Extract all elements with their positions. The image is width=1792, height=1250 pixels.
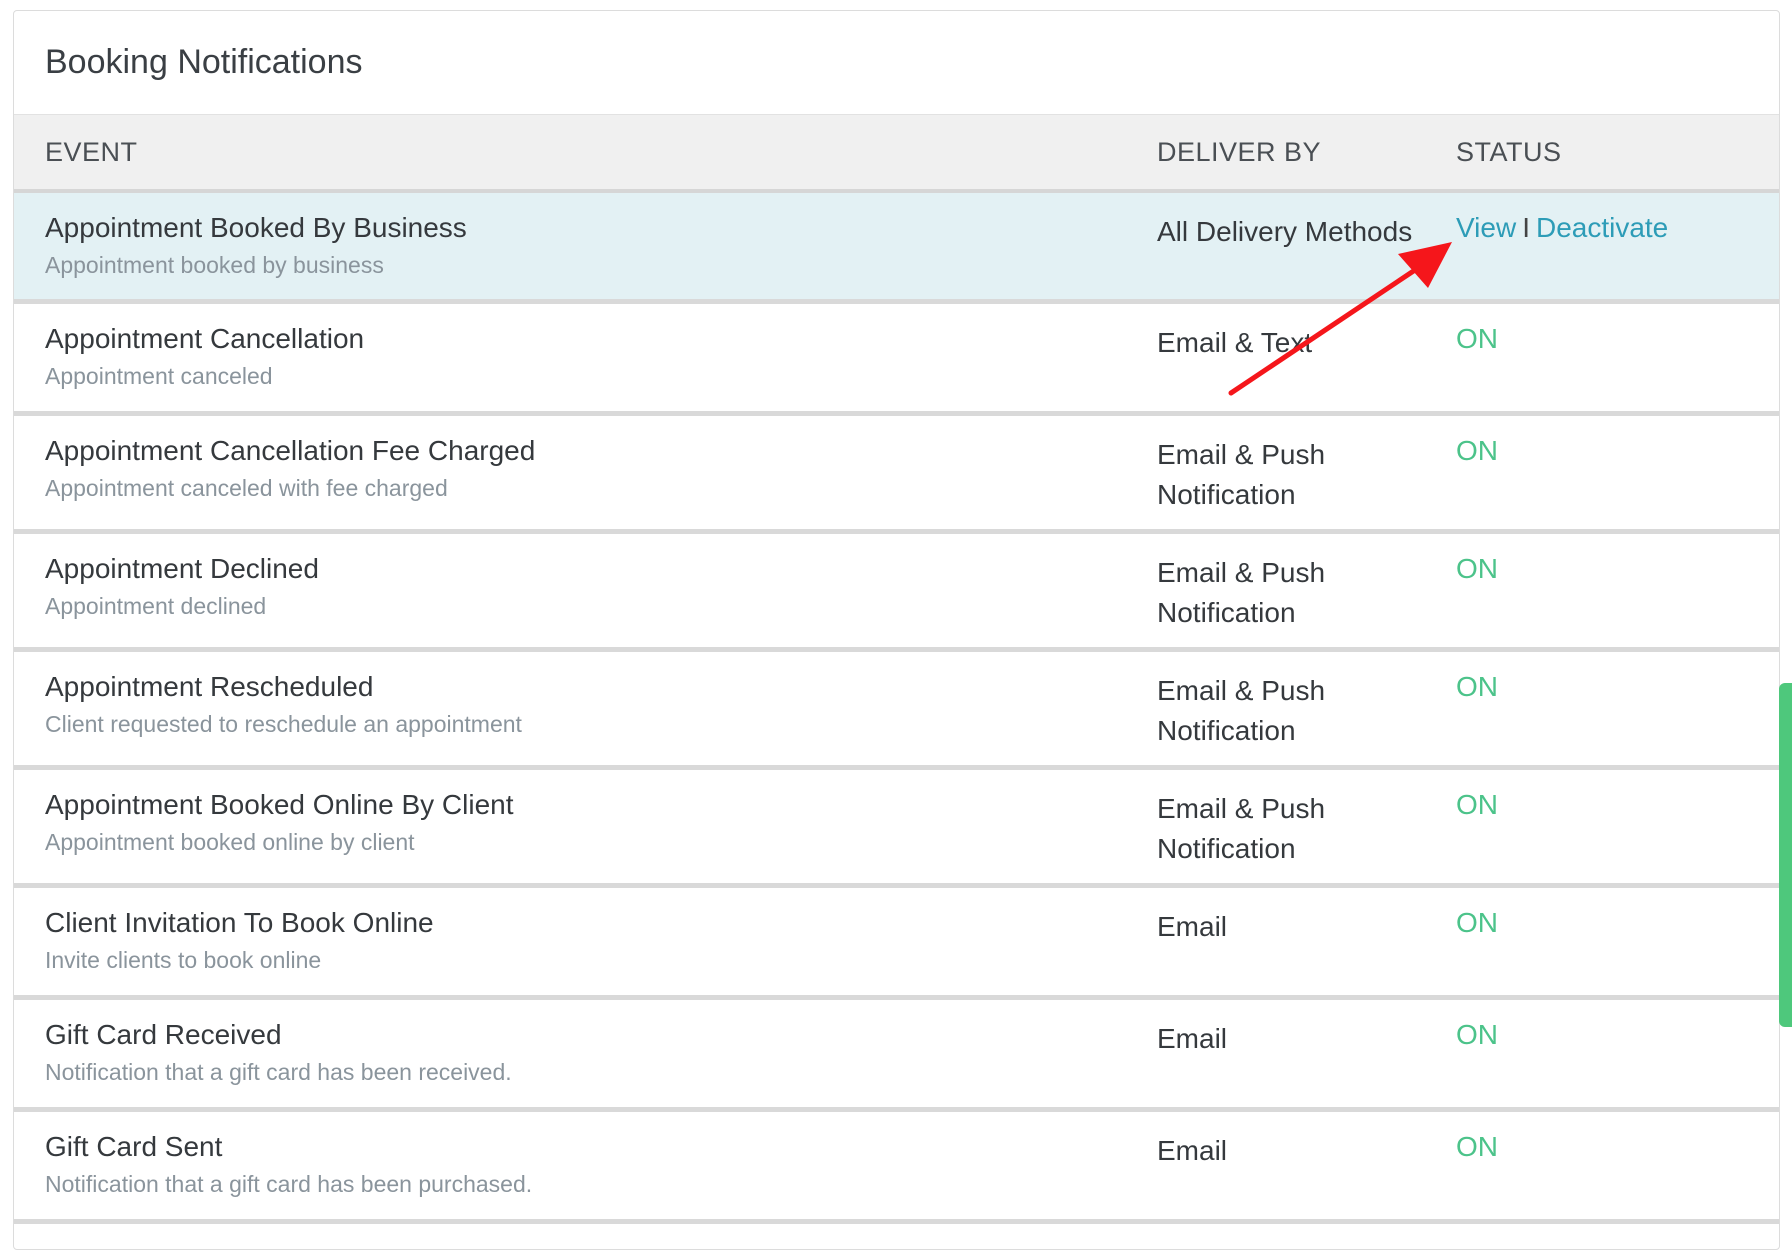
booking-notifications-panel: Booking Notifications EVENT DELIVER BY S… [13,10,1780,1250]
table-header: EVENT DELIVER BY STATUS [14,115,1779,193]
table-row[interactable]: Gift Card Sent Notification that a gift … [14,1112,1779,1224]
table-row[interactable]: Appointment Rescheduled Client requested… [14,652,1779,770]
event-title: Appointment Booked By Business [45,212,467,243]
header-deliver-by: DELIVER BY [1157,137,1322,167]
event-title: Gift Card Sent [45,1131,223,1162]
event-title: Gift Card Received [45,1019,282,1050]
header-status: STATUS [1456,137,1562,167]
deliver-by: Email & Push Notification [1157,793,1326,864]
table-row[interactable]: Appointment Booked By Business Appointme… [14,193,1779,304]
event-title: Appointment Booked Online By Client [45,789,514,820]
status-on: ON [1456,671,1498,702]
panel-title: Booking Notifications [14,11,1779,115]
event-subtitle: Appointment declined [45,593,267,619]
deliver-by: Email [1157,1023,1228,1054]
view-link[interactable]: View [1456,212,1516,243]
table-row[interactable]: Appointment Cancellation Fee Charged App… [14,416,1779,534]
event-title: Appointment Rescheduled [45,671,374,702]
table-row[interactable]: Appointment Cancellation Appointment can… [14,304,1779,416]
event-title: Appointment Cancellation [45,323,365,354]
table-row[interactable]: Gift Card Received Notification that a g… [14,1000,1779,1112]
row-actions: View I Deactivate [1456,212,1668,244]
status-on: ON [1456,907,1498,938]
event-subtitle: Appointment canceled [45,363,273,389]
event-title: Appointment Cancellation Fee Charged [45,435,536,466]
event-subtitle: Appointment booked by business [45,252,384,278]
event-title: Client Invitation To Book Online [45,907,434,938]
action-separator: I [1522,212,1530,243]
status-on: ON [1456,553,1498,584]
event-subtitle: Notification that a gift card has been p… [45,1171,533,1197]
table-row[interactable]: Client Invitation To Book Online Invite … [14,888,1779,1000]
deliver-by: All Delivery Methods [1157,216,1413,247]
deliver-by: Email & Text [1157,327,1313,358]
status-on: ON [1456,789,1498,820]
deliver-by: Email & Push Notification [1157,439,1326,510]
header-event: EVENT [45,137,138,167]
status-on: ON [1456,1019,1498,1050]
table-row[interactable]: Appointment Booked Online By Client Appo… [14,770,1779,888]
event-subtitle: Appointment booked online by client [45,829,415,855]
event-subtitle: Client requested to reschedule an appoin… [45,711,522,737]
deactivate-link[interactable]: Deactivate [1536,212,1668,243]
deliver-by: Email [1157,1135,1228,1166]
event-subtitle: Notification that a gift card has been r… [45,1059,512,1085]
status-on: ON [1456,1131,1498,1162]
scrollbar-thumb[interactable] [1779,683,1792,1027]
event-title: Appointment Declined [45,553,319,584]
event-subtitle: Appointment canceled with fee charged [45,475,448,501]
event-subtitle: Invite clients to book online [45,947,322,973]
table-row[interactable]: Appointment Declined Appointment decline… [14,534,1779,652]
status-on: ON [1456,323,1498,354]
deliver-by: Email & Push Notification [1157,675,1326,746]
deliver-by: Email [1157,911,1228,942]
deliver-by: Email & Push Notification [1157,557,1326,628]
status-on: ON [1456,435,1498,466]
